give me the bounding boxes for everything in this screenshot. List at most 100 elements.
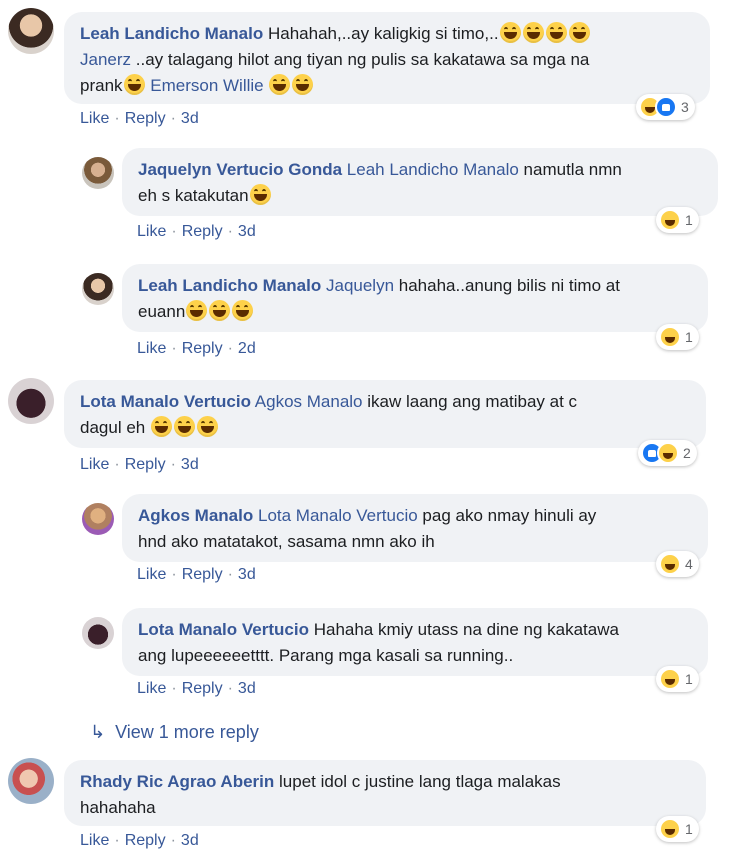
comment-author[interactable]: Leah Landicho Manalo xyxy=(138,276,321,295)
comment-bubble: Jaquelyn Vertucio Gonda Leah Landicho Ma… xyxy=(122,148,718,216)
comment-text: ikaw laang ang matibay at c xyxy=(362,392,578,411)
like-link[interactable]: Like xyxy=(137,223,166,240)
timestamp-link[interactable]: 2d xyxy=(238,340,256,357)
reply-link[interactable]: Reply xyxy=(125,832,166,849)
comment-author[interactable]: Agkos Manalo xyxy=(138,506,253,525)
timestamp-link[interactable]: 3d xyxy=(238,566,256,583)
reaction-summary[interactable]: 1 xyxy=(656,207,699,233)
reaction-summary[interactable]: 1 xyxy=(656,816,699,842)
comment-text: Hahaha kmiy utass na dine ng kakatawa xyxy=(308,620,619,639)
reaction-summary[interactable]: 3 xyxy=(636,94,695,120)
mention-link[interactable]: Lota Manalo Vertucio xyxy=(258,506,418,525)
comment-actions: Like · Reply · 3d xyxy=(80,110,199,127)
avatar[interactable] xyxy=(8,378,54,424)
comment-actions: Like · Reply · 3d xyxy=(137,680,256,697)
reply-arrow-icon: ↳ xyxy=(90,722,106,742)
reaction-count: 4 xyxy=(685,556,693,572)
comment-text: dagul eh xyxy=(80,418,146,437)
reaction-summary[interactable]: 2 xyxy=(638,440,697,466)
comment-actions: Like · Reply · 3d xyxy=(80,456,199,473)
comment-bubble: Leah Landicho Manalo Hahahah,..ay kaligk… xyxy=(64,12,710,104)
avatar[interactable] xyxy=(8,758,54,804)
comment-text: namutla nmn xyxy=(518,160,622,179)
reply-link[interactable]: Reply xyxy=(125,110,166,127)
comment-text: ..ay talagang hilot ang tiyan ng pulis s… xyxy=(131,50,590,69)
comment-author[interactable]: Rhady Ric Agrao Aberin xyxy=(80,772,274,791)
comment-actions: Like · Reply · 3d xyxy=(137,223,256,240)
like-link[interactable]: Like xyxy=(80,456,109,473)
avatar[interactable] xyxy=(82,273,114,305)
mention-link[interactable]: Jaquelyn xyxy=(326,276,394,295)
haha-reaction-icon xyxy=(659,668,681,690)
reaction-summary[interactable]: 1 xyxy=(656,666,699,692)
comment-text: hahaha..anung bilis ni timo at xyxy=(394,276,620,295)
reply-link[interactable]: Reply xyxy=(182,680,223,697)
comment-text: ang lupeeeeeetttt. Parang mga kasali sa … xyxy=(138,646,514,665)
avatar[interactable] xyxy=(8,8,54,54)
haha-emoji xyxy=(249,184,271,205)
haha-emoji xyxy=(232,300,254,321)
comment-author[interactable]: Lota Manalo Vertucio xyxy=(138,620,309,639)
haha-reaction-icon xyxy=(657,442,679,464)
mention-link[interactable]: Agkos Manalo xyxy=(255,392,363,411)
comment-text: euann xyxy=(138,302,186,321)
reaction-count: 1 xyxy=(685,671,693,687)
timestamp-link[interactable]: 3d xyxy=(181,832,199,849)
like-reaction-icon xyxy=(655,96,677,118)
haha-emoji xyxy=(150,416,172,437)
reaction-summary[interactable]: 1 xyxy=(656,324,699,350)
comment-actions: Like · Reply · 3d xyxy=(80,832,199,849)
haha-emoji xyxy=(269,74,291,95)
comment-text: hnd ako matatakot, sasama nmn ako ih xyxy=(138,532,435,551)
reaction-summary[interactable]: 4 xyxy=(656,551,699,577)
haha-emoji xyxy=(209,300,231,321)
haha-reaction-icon xyxy=(659,209,681,231)
haha-emoji xyxy=(173,416,195,437)
mention-link[interactable]: Emerson Willie xyxy=(150,76,263,95)
timestamp-link[interactable]: 3d xyxy=(238,680,256,697)
like-link[interactable]: Like xyxy=(80,832,109,849)
comment-bubble: Lota Manalo Vertucio Agkos Manalo ikaw l… xyxy=(64,380,706,448)
haha-emoji xyxy=(186,300,208,321)
reply-link[interactable]: Reply xyxy=(182,223,223,240)
like-link[interactable]: Like xyxy=(80,110,109,127)
haha-emoji xyxy=(499,22,521,43)
comment-bubble: Agkos Manalo Lota Manalo Vertucio pag ak… xyxy=(122,494,708,562)
haha-reaction-icon xyxy=(659,326,681,348)
view-more-label: View 1 more reply xyxy=(115,722,259,742)
timestamp-link[interactable]: 3d xyxy=(181,110,199,127)
like-link[interactable]: Like xyxy=(137,680,166,697)
comment-actions: Like · Reply · 3d xyxy=(137,566,256,583)
comment-author[interactable]: Jaquelyn Vertucio Gonda xyxy=(138,160,342,179)
haha-emoji xyxy=(292,74,314,95)
like-link[interactable]: Like xyxy=(137,566,166,583)
haha-emoji xyxy=(196,416,218,437)
view-more-replies-link[interactable]: ↳ View 1 more reply xyxy=(90,722,259,743)
comment-author[interactable]: Leah Landicho Manalo xyxy=(80,24,263,43)
avatar[interactable] xyxy=(82,157,114,189)
timestamp-link[interactable]: 3d xyxy=(238,223,256,240)
comment-text: hahahaha xyxy=(80,798,156,817)
comment-author[interactable]: Lota Manalo Vertucio xyxy=(80,392,251,411)
reply-link[interactable]: Reply xyxy=(182,566,223,583)
mention-link[interactable]: Janerz xyxy=(80,50,131,69)
comment-text: lupet idol c justine lang tlaga malakas xyxy=(274,772,561,791)
comment-text: pag ako nmay hinuli ay xyxy=(417,506,597,525)
comment-actions: Like · Reply · 2d xyxy=(137,340,256,357)
comment-bubble: Rhady Ric Agrao Aberin lupet idol c just… xyxy=(64,760,706,826)
haha-reaction-icon xyxy=(659,818,681,840)
timestamp-link[interactable]: 3d xyxy=(181,456,199,473)
haha-emoji xyxy=(568,22,590,43)
comment-bubble: Lota Manalo Vertucio Hahaha kmiy utass n… xyxy=(122,608,708,676)
reaction-count: 1 xyxy=(685,329,693,345)
reaction-count: 3 xyxy=(681,99,689,115)
avatar[interactable] xyxy=(82,617,114,649)
reply-link[interactable]: Reply xyxy=(182,340,223,357)
comment-bubble: Leah Landicho Manalo Jaquelyn hahaha..an… xyxy=(122,264,708,332)
avatar[interactable] xyxy=(82,503,114,535)
haha-emoji xyxy=(522,22,544,43)
mention-link[interactable]: Leah Landicho Manalo xyxy=(347,160,519,179)
haha-emoji xyxy=(123,74,145,95)
reply-link[interactable]: Reply xyxy=(125,456,166,473)
like-link[interactable]: Like xyxy=(137,340,166,357)
